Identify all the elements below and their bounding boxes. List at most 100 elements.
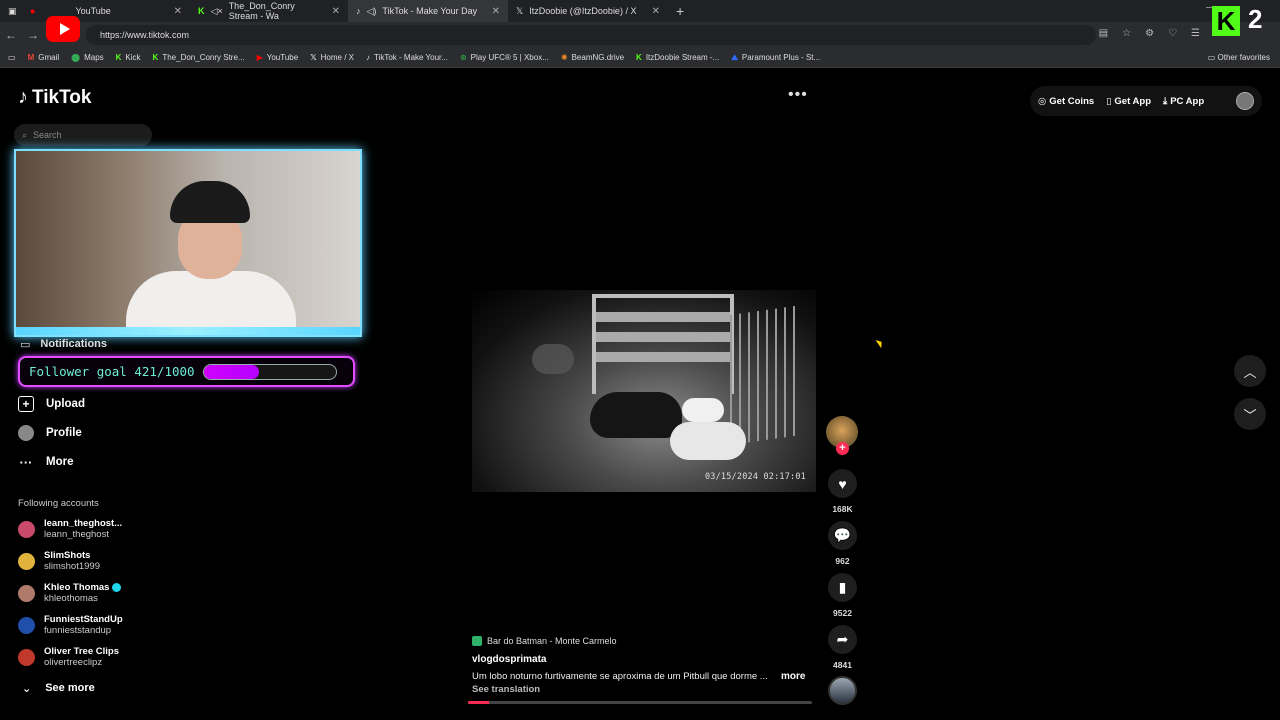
ellipsis-icon: ··· [19,454,33,470]
close-icon[interactable]: ✕ [174,6,182,17]
sidebar-item-profile[interactable]: Profile [18,425,82,441]
account-handle: leann_theghost [44,529,109,540]
save-button[interactable]: ▮ [828,573,857,602]
url-field[interactable]: https://www.tiktok.com [86,25,1096,45]
other-favorites[interactable]: ▭ Other favorites [1208,53,1270,62]
kick-icon: K [115,53,122,62]
tab-x[interactable]: 𝕏 ItzDoobie (@ItzDoobie) / X ✕ [508,0,668,22]
chevron-down-icon: ⌄ [22,683,32,695]
tab-tiktok[interactable]: ♪ ◁) TikTok - Make Your Day ✕ [348,0,508,22]
lamb-figure [670,422,746,460]
bookmark-maps[interactable]: ⬤ Maps [71,53,104,62]
get-app-button[interactable]: ▯ Get App [1106,96,1151,107]
speaker-icon[interactable]: ◁) [367,6,377,17]
video-description: Um lobo noturno furtivamente se aproxima… [472,671,768,682]
video-player[interactable]: 03/15/2024 02:17:01 [472,290,816,492]
folder-icon: ▭ [1207,53,1216,62]
music-disc-icon[interactable] [828,676,857,705]
see-more-button[interactable]: ⌄ See more [22,682,95,695]
bookmark-kick[interactable]: K Kick [116,53,141,62]
following-account[interactable]: Oliver Tree Clips olivertreeclipz [18,646,119,668]
kick-icon: K [636,53,642,62]
following-account[interactable]: FunniestStandUp funnieststandup [18,614,123,636]
follower-goal-fill [203,364,260,379]
forward-icon[interactable]: → [22,28,44,42]
youtube-icon: ▶ [256,53,263,62]
account-avatar [18,520,35,538]
share-button[interactable]: ➦ [828,625,857,654]
next-video-button[interactable]: ﹀ [1234,398,1266,430]
bookmark-xbox[interactable]: ⊛ Play UFC® 5 | Xbox... [460,53,549,62]
search-input[interactable]: ⌕ Search [14,124,152,146]
bookmark-gmail[interactable]: M Gmail [28,53,60,62]
following-account[interactable]: leann_theghost... leann_theghost [18,518,122,540]
get-coins-button[interactable]: ◎ Get Coins [1038,96,1094,107]
bookmark-paramount[interactable]: ⛰ Paramount Plus - St... [731,53,820,63]
chevron-up-icon: ︿ [1243,364,1257,380]
favorites-icon[interactable]: ☰ [1191,28,1200,39]
follow-plus-icon[interactable]: + [836,442,849,455]
following-account[interactable]: SlimShots slimshot1999 [18,550,100,572]
tab-kick-stream[interactable]: K ◁× The_Don_Conry Stream - Wa ✕ [190,0,348,22]
pc-app-button[interactable]: ⤓ PC App [1163,96,1204,107]
youtube-icon: ● [30,6,36,16]
tiktok-note-icon: ♪ [18,86,28,108]
following-account[interactable]: Khleo Thomas khleothomas [18,582,122,604]
paramount-icon: ⛰ [731,52,738,62]
share-arrow-icon: ➦ [836,631,849,647]
see-translation-link[interactable]: See translation [472,684,540,695]
like-button[interactable]: ♥ [828,469,857,498]
maps-icon: ⬤ [71,53,81,62]
profile-avatar-icon [18,425,34,441]
camera-timestamp: 03/15/2024 02:17:01 [704,472,806,482]
fence-figure [592,294,734,394]
bookmark-x-home[interactable]: 𝕏 Home / X [310,53,354,62]
bookmark-icon: ▮ [838,579,847,595]
kick-icon: K [198,6,205,16]
gate-figure [730,304,802,446]
comment-button[interactable]: 💬 [828,521,857,550]
uploader-name[interactable]: vlogdosprimata [472,654,546,665]
verified-badge-icon [112,583,122,592]
sidebar-item-more[interactable]: ··· More [18,454,74,470]
bookmark-tiktok[interactable]: ♪ TikTok - Make Your... [366,53,448,62]
x-icon: 𝕏 [516,5,524,16]
sidebar-item-upload[interactable]: + Upload [18,396,85,412]
back-icon[interactable]: ← [0,28,22,42]
new-tab-button[interactable]: + [676,3,684,19]
close-icon[interactable]: ✕ [492,6,500,17]
tiktok-logo[interactable]: ♪ TikTok [18,86,91,109]
address-bar: ← → https://www.tiktok.com ▤ ☆ ⚙ ♡ ☰ [0,22,1280,48]
location-tag[interactable]: Bar do Batman - Monte Carmelo [472,633,617,648]
search-icon: ⌕ [22,129,28,140]
wolf-figure [532,344,574,374]
more-options-icon[interactable]: ••• [788,86,808,104]
read-mode-icon[interactable]: ▤ [1099,28,1108,39]
bookmark-kick-stream[interactable]: K The_Don_Conry Stre... [153,53,245,62]
browser-essentials-icon[interactable]: ♡ [1168,28,1177,39]
sidebar-toggle-icon[interactable]: ▭ [8,53,16,62]
bookmark-beamng[interactable]: ✺ BeamNG.drive [561,53,624,62]
comment-count: 962 [835,556,850,566]
sidebar-item-notifications[interactable]: ▭ Notifications [20,338,107,351]
bookmark-itzdoobie-stream[interactable]: K ItzDoobie Stream -... [636,53,719,62]
youtube-logo-icon [46,16,80,42]
kick-viewer-count: 2 [1248,4,1263,34]
tab-actions-icon[interactable]: ▣ [0,0,22,22]
xbox-icon: ⊛ [459,53,467,62]
kick-icon: K [152,53,159,62]
favorite-star-icon[interactable]: ☆ [1122,28,1131,39]
description-more-button[interactable]: more [781,671,805,682]
following-accounts-heading: Following accounts [18,498,99,509]
previous-video-button[interactable]: ︿ [1234,355,1266,387]
account-handle: olivertreeclipz [44,657,103,668]
video-progress-bar[interactable] [468,701,812,704]
header-actions: ◎ Get Coins ▯ Get App ⤓ PC App [1030,86,1262,116]
close-icon[interactable]: ✕ [332,6,340,17]
bookmark-youtube[interactable]: ▶ YouTube [257,53,299,62]
coin-icon: ◎ [1038,95,1047,107]
mute-icon[interactable]: ◁× [211,6,223,17]
close-icon[interactable]: ✕ [652,6,660,17]
user-avatar[interactable] [1236,92,1254,110]
extensions-icon[interactable]: ⚙ [1145,28,1154,39]
